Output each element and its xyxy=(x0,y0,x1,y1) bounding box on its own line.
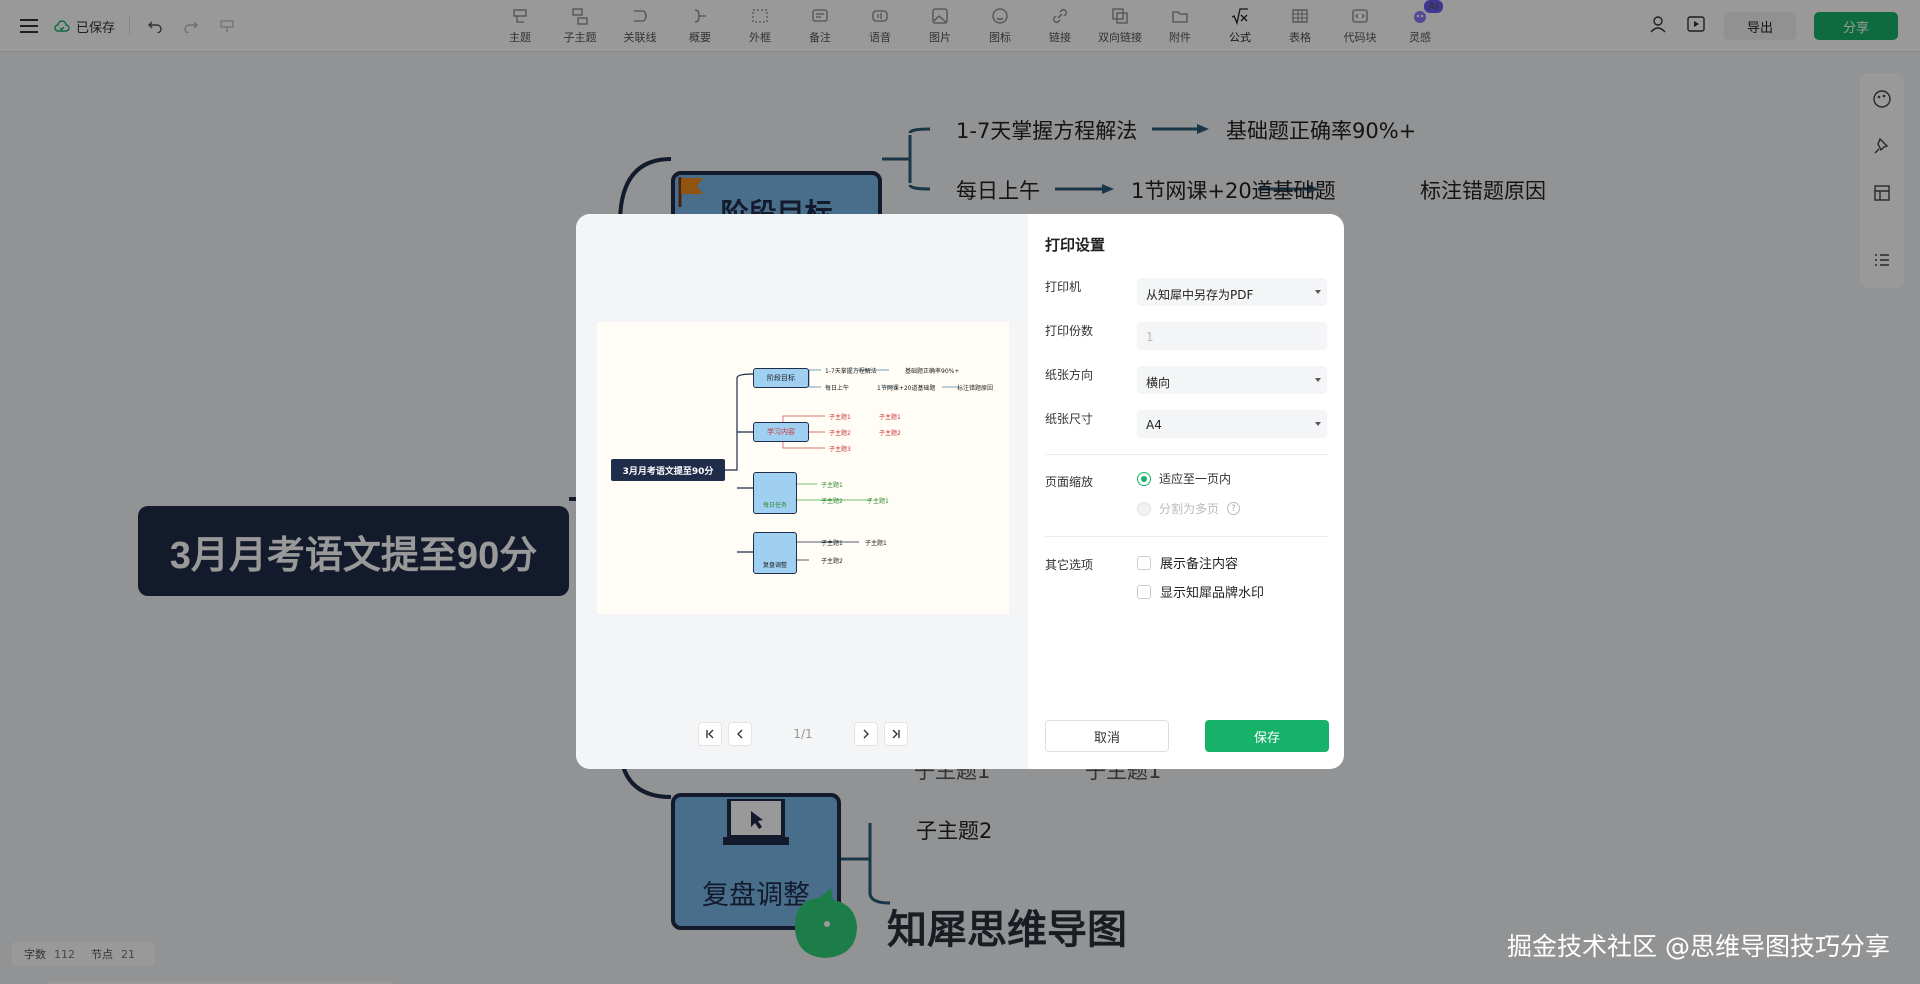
preview-text: 1-7天掌握方程解法 xyxy=(825,368,877,375)
radio-checked-icon xyxy=(1137,471,1151,486)
prev-page-button[interactable] xyxy=(728,722,752,746)
chevron-left-icon xyxy=(737,729,743,739)
chevron-right-icon xyxy=(863,729,869,739)
last-page-button[interactable] xyxy=(884,722,908,746)
preview-text: 子主题1 xyxy=(821,482,843,489)
show-notes-checkbox[interactable]: 展示备注内容 xyxy=(1137,553,1238,572)
chevron-down-icon xyxy=(1315,290,1321,294)
orientation-label: 纸张方向 xyxy=(1045,368,1094,382)
radio-disabled-icon xyxy=(1137,501,1151,516)
preview-text: 子主题3 xyxy=(829,446,851,453)
preview-text: 子主题1 xyxy=(829,414,851,421)
checkbox-icon xyxy=(1137,584,1151,599)
preview-text: 标注错题原因 xyxy=(957,385,994,392)
preview-text: 子主题1 xyxy=(865,540,887,547)
print-preview-page: 3月月考语文提至90分 阶段目标 学习内容 每日任务 复盘调整 1-7天掌握方程… xyxy=(597,322,1009,614)
first-page-button[interactable] xyxy=(698,722,722,746)
paper-size-select[interactable]: A4 xyxy=(1137,410,1327,438)
show-watermark-checkbox[interactable]: 显示知犀品牌水印 xyxy=(1137,582,1264,601)
dialog-title: 打印设置 xyxy=(1045,236,1106,254)
help-icon[interactable]: ? xyxy=(1227,502,1241,515)
first-page-icon xyxy=(706,729,714,739)
chevron-down-icon xyxy=(1315,378,1321,382)
divider xyxy=(1045,536,1329,537)
paper-size-value: A4 xyxy=(1146,418,1162,432)
scale-split-label: 分割为多页 xyxy=(1159,502,1220,516)
preview-text: 子主题2 xyxy=(829,430,851,437)
preview-text: 子主题1 xyxy=(821,540,843,547)
print-settings-panel: 打印设置 打印机 从知犀中另存为PDF 打印份数 1 纸张方向 横向 纸张尺寸 … xyxy=(1045,214,1329,769)
print-dialog: 3月月考语文提至90分 阶段目标 学习内容 每日任务 复盘调整 1-7天掌握方程… xyxy=(576,214,1344,769)
preview-branch-review: 复盘调整 xyxy=(753,532,797,574)
print-preview-pane: 3月月考语文提至90分 阶段目标 学习内容 每日任务 复盘调整 1-7天掌握方程… xyxy=(576,214,1028,769)
preview-text: 每日上午 xyxy=(825,385,850,392)
copies-value: 1 xyxy=(1146,330,1154,344)
last-page-icon xyxy=(892,729,900,739)
printer-label: 打印机 xyxy=(1045,280,1082,294)
paper-size-label: 纸张尺寸 xyxy=(1045,412,1094,426)
preview-text: 基础题正确率90%+ xyxy=(905,368,960,375)
scale-split-radio[interactable]: 分割为多页 ? xyxy=(1137,500,1241,517)
checkbox-icon xyxy=(1137,555,1151,570)
preview-text: 1节网课+20道基础题 xyxy=(877,385,936,392)
scale-label: 页面缩放 xyxy=(1045,475,1094,489)
preview-text: 子主题2 xyxy=(821,558,843,565)
copies-label: 打印份数 xyxy=(1045,324,1094,338)
preview-pager: 1/1 xyxy=(698,722,908,746)
save-button[interactable]: 保存 xyxy=(1205,720,1329,752)
divider xyxy=(1045,454,1329,455)
show-watermark-label: 显示知犀品牌水印 xyxy=(1160,586,1265,601)
printer-value: 从知犀中另存为PDF xyxy=(1146,288,1254,302)
orientation-select[interactable]: 横向 xyxy=(1137,366,1327,394)
preview-branch-daily: 每日任务 xyxy=(753,472,797,514)
scale-fit-radio[interactable]: 适应至一页内 xyxy=(1137,470,1231,487)
copies-input[interactable]: 1 xyxy=(1137,322,1327,350)
show-notes-label: 展示备注内容 xyxy=(1160,557,1239,572)
preview-text: 子主题1 xyxy=(879,414,901,421)
preview-branch-study: 学习内容 xyxy=(753,422,809,442)
preview-branch-goal: 阶段目标 xyxy=(753,368,809,388)
printer-select[interactable]: 从知犀中另存为PDF xyxy=(1137,278,1327,306)
orientation-value: 横向 xyxy=(1146,376,1171,390)
other-options-label: 其它选项 xyxy=(1045,558,1094,572)
preview-text: 子主题1 xyxy=(867,498,889,505)
preview-text: 子主题2 xyxy=(821,498,843,505)
watermark-text: 掘金技术社区 @思维导图技巧分享 xyxy=(1507,932,1890,961)
preview-text: 子主题2 xyxy=(879,430,901,437)
scale-fit-label: 适应至一页内 xyxy=(1159,472,1232,486)
preview-root: 3月月考语文提至90分 xyxy=(611,459,725,481)
page-indicator: 1/1 xyxy=(793,727,813,741)
cancel-button[interactable]: 取消 xyxy=(1045,720,1169,752)
next-page-button[interactable] xyxy=(854,722,878,746)
chevron-down-icon xyxy=(1315,422,1321,426)
